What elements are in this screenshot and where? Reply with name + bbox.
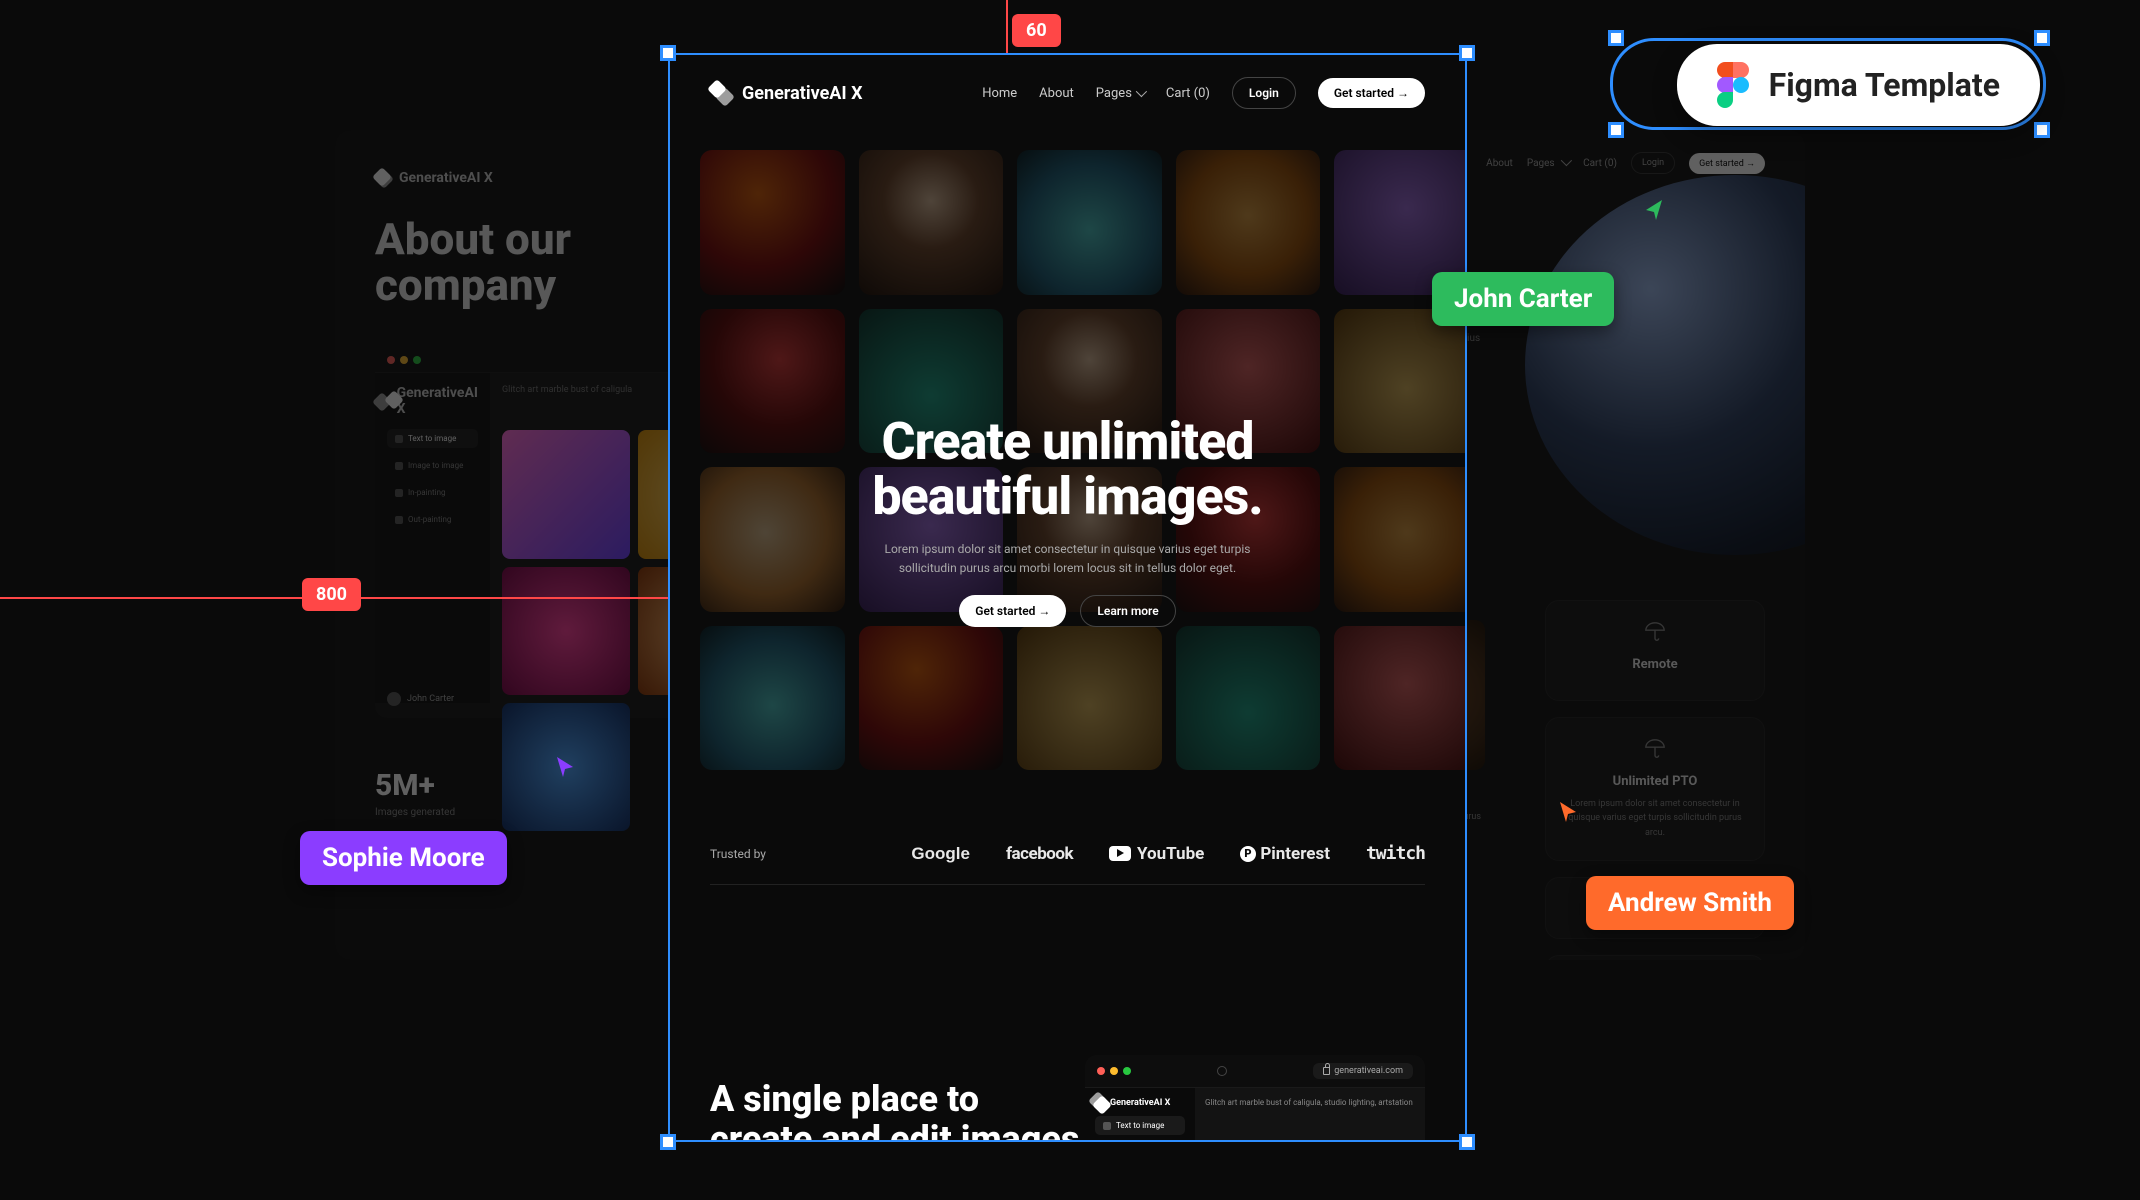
planet-image — [1525, 175, 1805, 555]
logo-icon — [710, 82, 732, 104]
feature-card: Great culture — [1545, 955, 1765, 960]
login-button[interactable]: Login — [1631, 152, 1675, 174]
prompt-area: Glitch art marble bust of caligula, stud… — [1195, 1088, 1425, 1140]
nav: Home About Pages Cart (0) Login Get star… — [982, 77, 1425, 109]
side-item[interactable]: Image to image — [387, 456, 478, 475]
hero-heading: Create unlimited beautiful images. — [740, 415, 1395, 524]
section-2-heading: A single place tocreate and edit images — [710, 1080, 1079, 1140]
cursor-sophie — [553, 755, 577, 783]
nav-cart[interactable]: Cart (0) — [1166, 86, 1210, 101]
brand[interactable]: GenerativeAI X — [710, 82, 863, 104]
resize-handle[interactable] — [2034, 30, 2050, 46]
cursor-label-john: John Carter — [1432, 272, 1614, 326]
nav-pages[interactable]: Pages — [1527, 158, 1569, 169]
nav-about[interactable]: About — [1486, 158, 1513, 169]
hero: Create unlimited beautiful images. Lorem… — [670, 185, 1465, 667]
url-bar[interactable]: generativeai.com — [1313, 1063, 1413, 1079]
resize-handle[interactable] — [1608, 122, 1624, 138]
brand-text: GenerativeAI X — [742, 83, 863, 104]
umbrella-icon — [1644, 738, 1666, 760]
cta-button[interactable]: Get started → — [1689, 153, 1765, 174]
hero-cta-secondary[interactable]: Learn more — [1080, 595, 1175, 627]
resize-handle-nw[interactable] — [660, 45, 676, 61]
cursor-icon — [1556, 800, 1580, 824]
feature-card: Remote — [1545, 600, 1765, 701]
avatar — [387, 692, 401, 706]
figma-icon — [1717, 62, 1749, 108]
user-chip: John Carter — [387, 692, 454, 706]
resize-handle-ne[interactable] — [1459, 45, 1475, 61]
nav-cart[interactable]: Cart (0) — [1583, 158, 1617, 169]
feature-card: Unlimited PTO Lorem ipsum dolor sit amet… — [1545, 717, 1765, 861]
figma-badge-text: Figma Template — [1769, 66, 2000, 104]
trusted-label: Trusted by — [710, 847, 766, 861]
nav-about[interactable]: About — [1039, 86, 1074, 101]
nav-home[interactable]: Home — [982, 86, 1017, 101]
main-frame: GenerativeAI X Home About Pages Cart (0)… — [670, 55, 1465, 1140]
cursor-andrew — [1556, 800, 1580, 828]
brand-text: GenerativeAI X — [399, 170, 493, 186]
hero-subtitle: Lorem ipsum dolor sit amet consectetur i… — [858, 540, 1278, 578]
resize-handle-sw[interactable] — [660, 1134, 676, 1150]
measure-badge-left: 800 — [302, 578, 361, 611]
cursor-label-andrew: Andrew Smith — [1586, 876, 1794, 930]
header: GenerativeAI X Home About Pages Cart (0)… — [670, 55, 1465, 131]
pinterest-icon — [1240, 846, 1256, 862]
side-item[interactable]: In-painting — [387, 483, 478, 502]
lock-icon — [1323, 1067, 1330, 1075]
app-mockup: generativeai.com GenerativeAI X Text to … — [1085, 1055, 1425, 1140]
logo-facebook: facebook — [1006, 844, 1073, 864]
logo-pinterest: Pinterest — [1240, 844, 1330, 864]
logo-icon — [375, 170, 391, 186]
login-button[interactable]: Login — [1232, 77, 1296, 109]
sun-icon — [1217, 1066, 1227, 1076]
cursor-icon — [1642, 198, 1666, 222]
resize-handle[interactable] — [1608, 30, 1624, 46]
cursor-label-sophie: Sophie Moore — [300, 831, 507, 885]
logo-youtube: YouTube — [1109, 844, 1204, 864]
chevron-down-icon — [1136, 85, 1147, 96]
get-started-button[interactable]: Get started → — [1318, 78, 1425, 108]
mini-nav: About Pages Cart (0) Login Get started → — [1486, 152, 1765, 174]
traffic-lights — [1097, 1067, 1131, 1075]
side-item[interactable]: Out-painting — [387, 510, 478, 529]
side-item[interactable]: Text to image — [1095, 1116, 1185, 1135]
resize-handle-se[interactable] — [1459, 1134, 1475, 1150]
hero-cta-primary[interactable]: Get started → — [959, 595, 1066, 627]
stat: 5M+Images generated — [375, 768, 455, 818]
logo-twitch: twitch — [1366, 843, 1425, 864]
measure-line-vertical — [1006, 0, 1008, 53]
thumb[interactable] — [502, 567, 630, 695]
trusted-bar: Trusted by Google facebook YouTube Pinte… — [710, 823, 1425, 885]
nav-pages[interactable]: Pages — [1096, 86, 1144, 101]
side-item[interactable]: Text to image — [387, 429, 478, 448]
figma-template-badge[interactable]: Figma Template — [1677, 44, 2040, 126]
chevron-down-icon — [1561, 154, 1572, 165]
cursor-john — [1642, 198, 1666, 226]
logo-google: Google — [911, 844, 970, 864]
thumb[interactable] — [502, 430, 630, 558]
umbrella-icon — [1644, 621, 1666, 643]
resize-handle[interactable] — [2034, 122, 2050, 138]
cursor-icon — [553, 755, 577, 779]
youtube-icon — [1109, 846, 1131, 861]
measure-badge-top: 60 — [1012, 14, 1061, 47]
